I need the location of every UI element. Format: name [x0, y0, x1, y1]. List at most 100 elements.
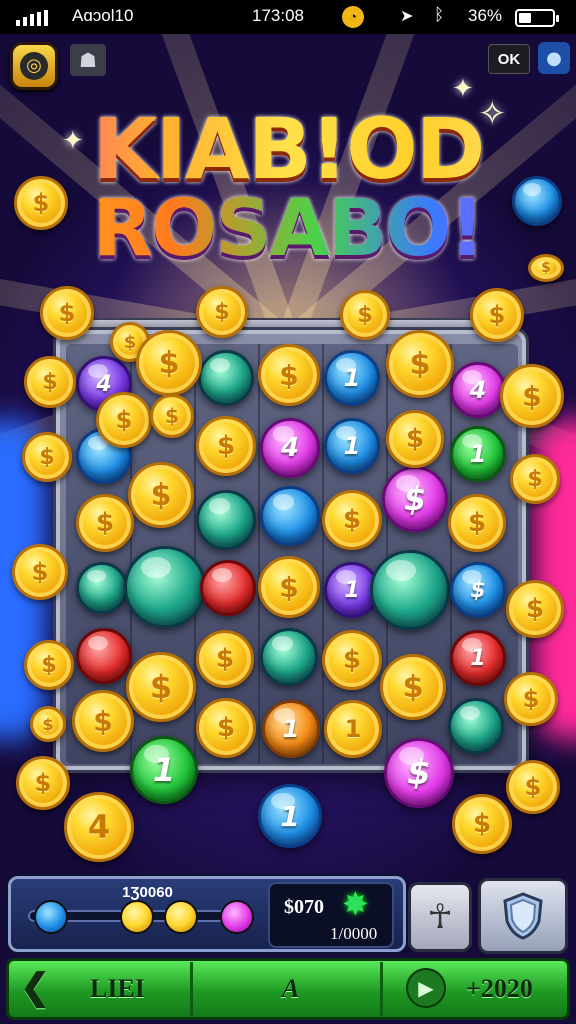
info-icon: ● — [546, 47, 562, 69]
gold-coin: $ — [196, 630, 254, 688]
gem-dragon[interactable] — [76, 562, 128, 614]
gold-coin: $ — [12, 544, 68, 600]
star-icon: ✸ — [342, 885, 369, 923]
gold-coin: $ — [76, 494, 134, 552]
board-divider — [194, 344, 196, 764]
profile-button[interactable]: ☗ — [70, 44, 106, 76]
gold-coin: $ — [196, 416, 256, 476]
slider-ball-gold[interactable] — [120, 900, 154, 934]
gem-blue[interactable]: 1 — [258, 784, 322, 848]
clock: 173:08 — [252, 6, 304, 25]
gold-coin: $ — [258, 344, 320, 406]
gold-coin: $ — [452, 794, 512, 854]
gold-coin: $ — [340, 290, 390, 340]
win-value: $070 — [284, 896, 324, 918]
gem-dragon[interactable] — [196, 490, 256, 550]
gem-pink[interactable]: $ — [384, 738, 454, 808]
gold-coin: $ — [386, 410, 444, 468]
action-mid-label[interactable]: A — [282, 974, 299, 1004]
ok-button[interactable]: OK — [488, 44, 530, 74]
slider-ball-gold[interactable] — [164, 900, 198, 934]
gem-blue — [512, 176, 562, 226]
gold-coin: $ — [30, 706, 66, 742]
gold-coin: $ — [470, 288, 524, 342]
gem-dragon[interactable] — [448, 698, 504, 754]
gem-red[interactable]: 1 — [450, 630, 506, 686]
gold-coin: $ — [24, 640, 74, 690]
slider-ball-blue[interactable] — [34, 900, 68, 934]
info-button[interactable]: ● — [538, 42, 570, 74]
gold-coin: $ — [448, 494, 506, 552]
action-divider — [380, 962, 383, 1016]
gem-blue[interactable]: 7 — [260, 486, 320, 546]
shield-button[interactable] — [478, 878, 568, 954]
action-divider — [190, 962, 193, 1016]
gold-coin: $ — [126, 652, 196, 722]
play-icon: ▶ — [418, 976, 434, 1000]
gold-coin: $ — [380, 654, 446, 720]
gem-red[interactable] — [200, 560, 256, 616]
gem-green[interactable]: 1 — [130, 736, 198, 804]
action-left-label[interactable]: LIEI — [90, 974, 145, 1004]
gold-coin: $ — [40, 286, 94, 340]
gold-coin: 1 — [324, 700, 382, 758]
gem-pink[interactable]: 4 — [450, 362, 506, 418]
gem-green[interactable]: 1 — [450, 426, 506, 482]
gold-coin: $ — [510, 454, 560, 504]
gem-pink[interactable]: $ — [382, 466, 448, 532]
action-right-label[interactable]: +2020 — [466, 974, 533, 1004]
gem-pink[interactable]: 4 — [260, 418, 320, 478]
gold-coin: $ — [24, 356, 76, 408]
gold-coin: $ — [150, 394, 194, 438]
sparkle-icon: ✧ — [478, 94, 507, 134]
gold-coin: $ — [322, 490, 382, 550]
ankh-icon: ☥ — [427, 897, 453, 937]
board-divider — [322, 344, 324, 764]
battery-percent: 36% — [468, 6, 503, 25]
gem-dragon-large[interactable] — [124, 546, 206, 628]
coin-shop-button[interactable]: ◎ — [10, 42, 58, 90]
user-icon: ☗ — [79, 48, 97, 72]
game-title-line2: ROSABO! — [0, 184, 576, 274]
gem-orange[interactable]: 1 — [262, 700, 320, 758]
gold-coin: $ — [196, 286, 248, 338]
gold-coin: $ — [258, 556, 320, 618]
board-divider — [258, 344, 260, 764]
navigation-icon: ➤ — [400, 8, 414, 25]
signal-icon — [16, 10, 48, 26]
gold-coin: $ — [506, 760, 560, 814]
gem-dragon[interactable] — [260, 628, 318, 686]
gold-coin: $ — [128, 462, 194, 528]
back-arrow-icon[interactable]: ❮ — [20, 966, 50, 1008]
shield-icon — [503, 892, 543, 940]
board-divider — [450, 344, 452, 764]
slider-ball-pink[interactable] — [220, 900, 254, 934]
settings-button[interactable]: ☥ — [408, 882, 472, 952]
gem-blue[interactable]: $ — [450, 562, 506, 618]
coin-icon: ◎ — [20, 52, 48, 80]
gold-coin: $ — [196, 698, 256, 758]
gold-coin: $ — [16, 756, 70, 810]
gem-red[interactable] — [76, 628, 132, 684]
gem-dragon-large[interactable] — [370, 550, 450, 630]
gold-coin: $ — [386, 330, 454, 398]
sparkle-icon: ✦ — [62, 126, 84, 156]
total-value: 1/0000 — [330, 924, 378, 943]
gold-coin: 4 — [64, 792, 134, 862]
battery-icon — [515, 9, 559, 27]
alarm-icon: ◔ — [342, 6, 364, 28]
gold-coin: $ — [14, 176, 68, 230]
gold-coin: $ — [72, 690, 134, 752]
bet-slider-value: 1Ʒ0060 — [122, 884, 173, 901]
bluetooth-icon: ᛒ — [434, 5, 445, 24]
gold-coin: $ — [96, 392, 152, 448]
spin-button[interactable]: ▶ — [406, 968, 446, 1008]
gold-coin: $ — [528, 254, 564, 282]
gem-blue[interactable]: 1 — [324, 418, 380, 474]
gem-blue[interactable]: 1 — [324, 350, 380, 406]
gem-dragon[interactable] — [198, 350, 254, 406]
gold-coin: $ — [504, 672, 558, 726]
carrier-name: Aɑɔol10 — [72, 6, 134, 25]
gold-coin: $ — [500, 364, 564, 428]
gold-coin: $ — [506, 580, 564, 638]
